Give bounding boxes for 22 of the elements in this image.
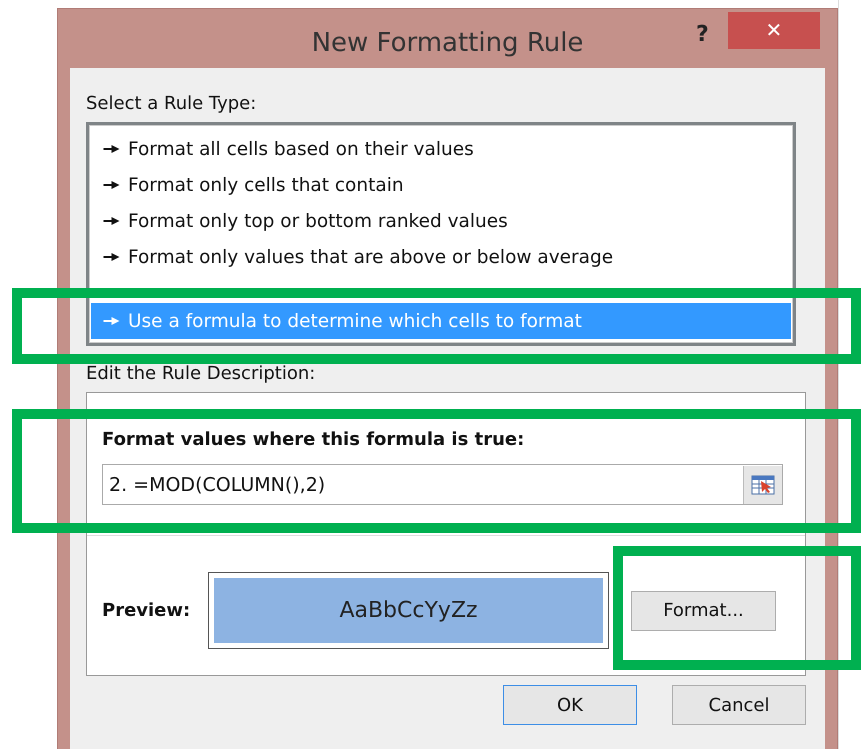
arrow-icon [103, 252, 120, 262]
range-select-icon[interactable] [743, 466, 782, 504]
window-title: New Formatting Rule [312, 26, 584, 58]
formula-field[interactable]: 2. =MOD(COLUMN(),2) [102, 464, 783, 505]
list-item[interactable]: Format only values that are above or below average [91, 239, 791, 275]
format-button[interactable]: Format... [631, 590, 776, 630]
section-label: Edit the Rule Description: [86, 362, 316, 384]
preview-label: Preview: [102, 600, 192, 621]
section-label: Select a Rule Type: [86, 92, 258, 114]
preview-text: AaBbCcYyZz [214, 578, 603, 643]
arrow-icon [103, 144, 120, 154]
dialog-button[interactable]: Cancel [672, 685, 806, 725]
close-button[interactable]: ✕ [728, 12, 820, 49]
help-button[interactable]: ? [690, 21, 715, 48]
formula-label: Format values where this formula is true: [102, 429, 526, 450]
arrow-icon [103, 316, 120, 326]
list-item[interactable]: Format all cells based on their values [91, 131, 791, 167]
dialog-button[interactable]: OK [503, 685, 637, 725]
list-item[interactable]: Format only top or bottom ranked values [91, 203, 791, 239]
arrow-icon [103, 180, 120, 190]
arrow-icon [103, 216, 120, 226]
list-item[interactable]: Format only cells that contain [91, 167, 791, 203]
